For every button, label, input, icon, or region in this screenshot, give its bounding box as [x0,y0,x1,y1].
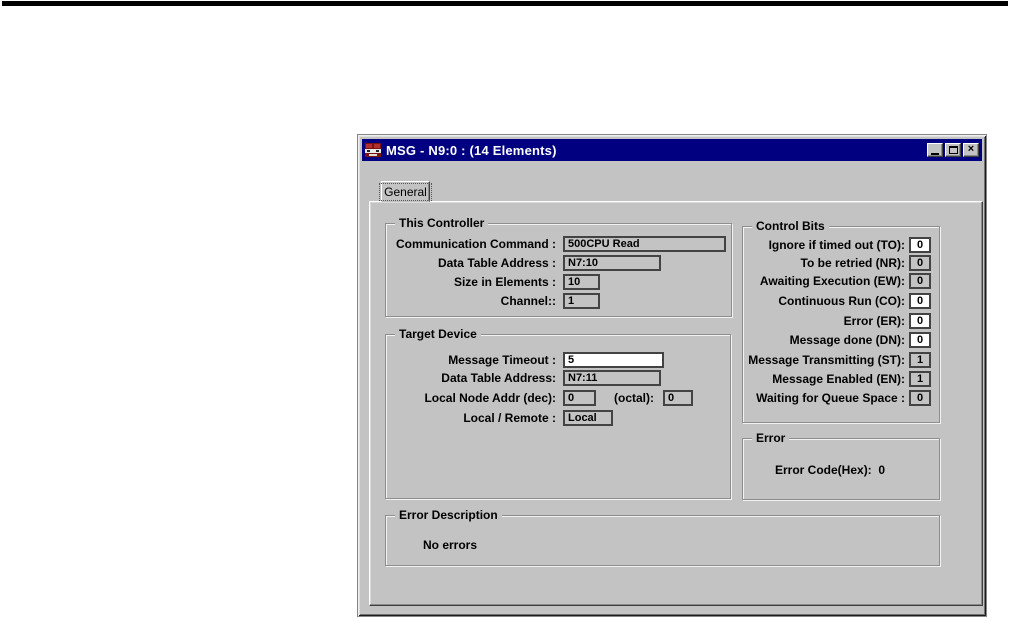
maximize-icon [948,146,958,154]
ignore-if-timed-out-bit[interactable]: 0 [909,237,931,253]
local-remote-label: Local / Remote : [463,411,556,425]
tab-general[interactable]: General [379,181,432,202]
close-button[interactable]: × [963,143,979,157]
data-table-address-value: N7:10 [563,255,661,271]
page-top-rule [2,1,1008,6]
to-be-retried-label: To be retried (NR): [800,256,905,270]
local-remote-value: Local [563,410,613,426]
data-table-address-label: Data Table Address : [437,256,556,270]
minimize-button[interactable] [927,143,943,157]
message-enabled-bit: 1 [909,371,931,387]
target-device-group: Target Device Message Timeout : 5 Data T… [385,327,731,499]
error-group-title: Error [752,431,790,445]
general-tab-page: This Controller Communication Command : … [369,201,983,606]
target-data-table-address-label: Data Table Address: [441,371,556,385]
error-code-label: Error Code(Hex): [775,463,872,477]
message-done-bit[interactable]: 0 [909,332,931,348]
title-bar[interactable]: MSG - N9:0 : (14 Elements) × [362,139,982,161]
channel-label: Channel:: [500,294,556,308]
ignore-if-timed-out-label: Ignore if timed out (TO): [768,238,905,252]
message-timeout-input[interactable]: 5 [563,352,664,368]
target-data-table-address-value: N7:11 [563,370,661,386]
continuous-run-bit[interactable]: 0 [909,293,931,309]
this-controller-group: This Controller Communication Command : … [385,216,732,317]
error-description-group: Error Description No errors [385,508,940,566]
error-er-label: Error (ER): [843,314,905,328]
local-node-addr-dec-value: 0 [563,390,596,406]
window-title: MSG - N9:0 : (14 Elements) [386,142,557,158]
waiting-for-queue-space-label: Waiting for Queue Space : [756,391,905,405]
local-node-addr-octal-value: 0 [663,390,693,406]
to-be-retried-bit: 0 [909,255,931,271]
size-in-elements-label: Size in Elements : [453,275,556,289]
message-timeout-label: Message Timeout : [448,353,556,367]
error-code-line: Error Code(Hex): 0 [775,463,885,477]
awaiting-execution-label: Awaiting Execution (EW): [759,274,905,288]
error-er-bit[interactable]: 0 [909,313,931,329]
target-device-title: Target Device [395,327,481,341]
message-transmitting-bit: 1 [909,352,931,368]
local-node-addr-dec-label: Local Node Addr (dec): [424,391,556,405]
error-group: Error Error Code(Hex): 0 [742,431,940,500]
control-bits-title: Control Bits [752,219,829,233]
continuous-run-label: Continuous Run (CO): [778,294,905,308]
control-bits-group: Control Bits Ignore if timed out (TO): 0… [742,219,940,423]
message-enabled-label: Message Enabled (EN): [772,372,905,386]
size-in-elements-value: 10 [563,274,600,290]
awaiting-execution-bit: 0 [909,273,931,289]
tab-general-label: General [379,182,432,201]
close-icon: × [967,143,975,155]
message-transmitting-label: Message Transmitting (ST): [748,353,905,367]
msg-dialog-window: MSG - N9:0 : (14 Elements) × General Thi… [357,134,987,617]
msg-instruction-icon [365,143,381,157]
message-done-label: Message done (DN): [789,333,905,347]
maximize-button[interactable] [945,143,961,157]
minimize-icon [931,152,939,155]
this-controller-title: This Controller [395,216,489,230]
error-code-value: 0 [878,463,886,477]
octal-label: (octal): [614,391,654,405]
waiting-for-queue-space-bit: 0 [909,390,931,406]
error-description-title: Error Description [395,508,502,522]
channel-value: 1 [563,293,600,309]
communication-command-label: Communication Command : [395,237,556,251]
communication-command-value: 500CPU Read [563,236,726,252]
error-description-text: No errors [423,538,478,552]
